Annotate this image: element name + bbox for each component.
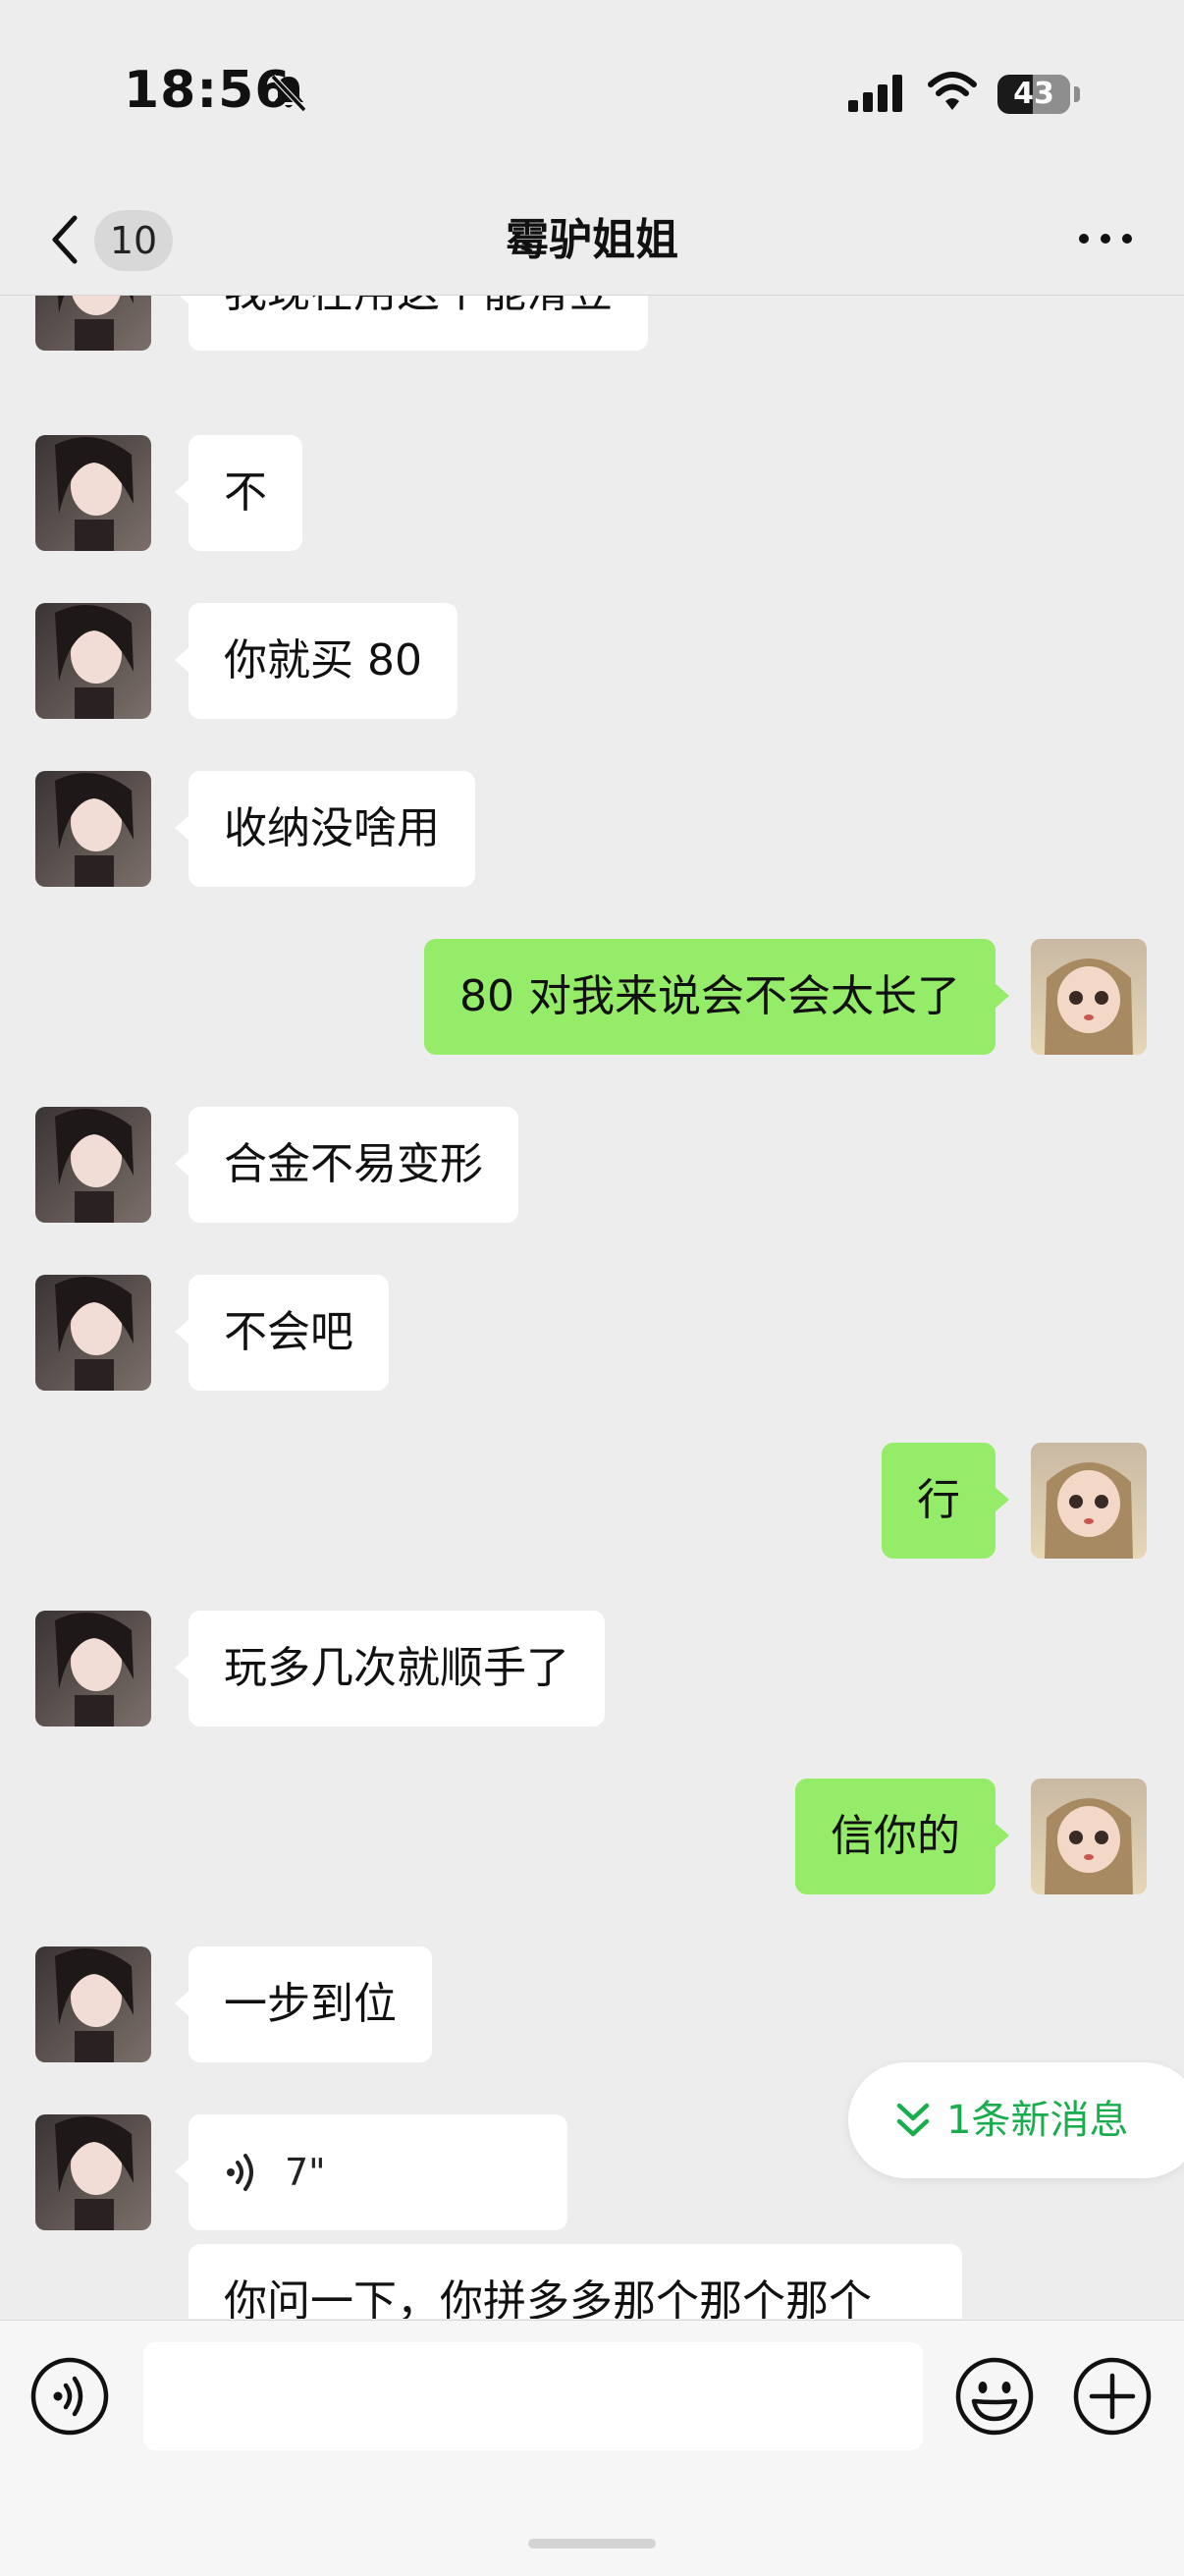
home-indicator — [528, 2539, 656, 2549]
contact-avatar[interactable] — [35, 603, 151, 719]
status-time: 18:56 — [124, 61, 292, 120]
emoji-icon[interactable] — [954, 2356, 1035, 2437]
battery-level: 43 — [1013, 77, 1054, 111]
chat-title: 霉驴姐姐 — [506, 215, 678, 265]
message-bubble-incoming[interactable]: 玩多几次就顺手了 — [175, 1611, 605, 1726]
chat-header: 10 霉驴姐姐 — [0, 187, 1184, 296]
message-bubble-incoming[interactable]: 不会吧 — [175, 1275, 389, 1391]
my-avatar[interactable] — [1031, 1443, 1147, 1559]
message-bubble-incoming[interactable]: 收纳没啥用 — [175, 771, 475, 887]
cellular-signal-icon — [848, 75, 902, 112]
new-message-banner[interactable]: 1条新消息 — [848, 2062, 1184, 2178]
voice-wave-icon — [227, 2154, 253, 2191]
my-avatar[interactable] — [1031, 939, 1147, 1055]
contact-avatar[interactable] — [35, 771, 151, 887]
plus-icon[interactable] — [1072, 2356, 1153, 2437]
message-list[interactable]: 我现在用这个能滑豆 不 你就买 80 收纳没啥用 80 对我来说会不会太长了 合… — [0, 296, 1184, 2319]
my-avatar[interactable] — [1031, 1779, 1147, 1894]
message-bubble-incoming[interactable]: 我现在用这个能滑豆 — [175, 296, 648, 351]
message-bubble-incoming[interactable]: 你就买 80 — [175, 603, 457, 719]
message-bubble-outgoing[interactable]: 信你的 — [795, 1779, 1009, 1894]
status-bar: 18:56 43 — [0, 0, 1184, 187]
back-arrow-icon[interactable] — [45, 210, 84, 269]
voice-duration: 7" — [285, 2151, 326, 2194]
contact-avatar[interactable] — [35, 435, 151, 551]
contact-avatar[interactable] — [35, 1946, 151, 2062]
message-bubble-outgoing[interactable]: 行 — [882, 1443, 1009, 1559]
contact-avatar[interactable] — [35, 1107, 151, 1223]
voice-message-bubble[interactable]: 7" — [175, 2114, 567, 2230]
message-bubble-incoming[interactable]: 不 — [175, 435, 302, 551]
mute-bell-icon — [270, 74, 307, 113]
contact-avatar[interactable] — [35, 2114, 151, 2230]
contact-avatar[interactable] — [35, 296, 151, 351]
message-bubble-incoming[interactable]: 合金不易变形 — [175, 1107, 518, 1223]
double-chevron-down-icon — [896, 2103, 930, 2137]
battery-indicator: 43 — [997, 73, 1080, 116]
message-bubble-incoming[interactable]: 一步到位 — [175, 1946, 432, 2062]
wifi-icon — [928, 72, 977, 110]
unread-count-badge[interactable]: 10 — [94, 210, 173, 271]
voice-input-icon[interactable] — [29, 2356, 110, 2437]
contact-avatar[interactable] — [35, 1275, 151, 1391]
message-bubble-outgoing[interactable]: 80 对我来说会不会太长了 — [424, 939, 1009, 1055]
message-input[interactable] — [143, 2342, 923, 2450]
contact-avatar[interactable] — [35, 1611, 151, 1726]
message-bubble-incoming[interactable]: 你问一下，你拼多多那个那个那个 — [188, 2244, 962, 2319]
input-bar — [0, 2320, 1184, 2576]
more-options-icon[interactable] — [1076, 224, 1135, 253]
new-message-label: 1条新消息 — [946, 2098, 1129, 2143]
